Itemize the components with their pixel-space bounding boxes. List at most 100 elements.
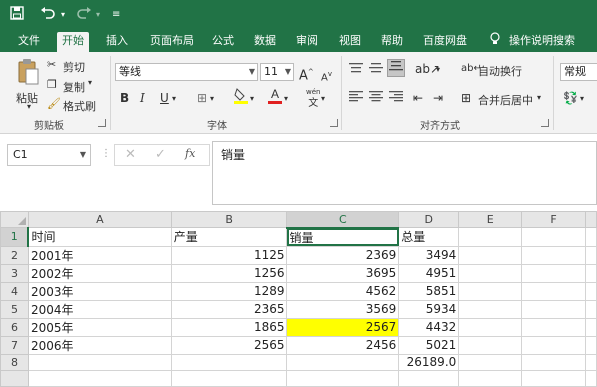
cell-b7[interactable]: 2565: [170, 335, 288, 355]
row-header[interactable]: 1: [0, 227, 30, 247]
cell-overflow[interactable]: [584, 245, 597, 265]
customize-icon[interactable]: ≡: [112, 6, 120, 24]
align-top-icon[interactable]: [349, 62, 363, 78]
cell-a7[interactable]: 2006年: [27, 335, 172, 355]
cell-d6[interactable]: 4432: [398, 317, 460, 337]
undo-icon[interactable]: [40, 6, 56, 24]
cell-d7[interactable]: 5021: [398, 335, 460, 355]
cell-e6[interactable]: [458, 317, 523, 337]
cell-c3[interactable]: 3695: [286, 263, 400, 283]
cut-icon[interactable]: ✂: [47, 58, 56, 71]
cell-c7[interactable]: 2456: [286, 335, 400, 355]
cell-partial[interactable]: [286, 369, 400, 387]
cell-a3[interactable]: 2002年: [27, 263, 172, 283]
wrap-text-button[interactable]: 自动换行: [478, 63, 522, 79]
row-header-partial[interactable]: [0, 369, 29, 387]
cell-e5[interactable]: [458, 299, 523, 319]
fill-color-dropdown-icon[interactable]: ▾: [250, 91, 254, 107]
cell-b4[interactable]: 1289: [170, 281, 288, 301]
cell-a6[interactable]: 2005年: [27, 317, 172, 337]
cell-c2[interactable]: 2369: [286, 245, 400, 265]
cell-f5[interactable]: [521, 299, 586, 319]
font-color-dropdown-icon[interactable]: ▾: [284, 91, 288, 107]
column-header-b[interactable]: B: [170, 211, 288, 228]
cell-d8[interactable]: 26189.0: [398, 353, 460, 371]
merge-center-icon[interactable]: ⊞: [461, 90, 471, 106]
bold-button[interactable]: B: [120, 90, 129, 106]
font-launcher-icon[interactable]: [330, 119, 338, 127]
column-header-c[interactable]: C: [286, 211, 400, 229]
cell-partial[interactable]: [458, 369, 523, 387]
align-right-icon[interactable]: [389, 90, 403, 106]
row-header[interactable]: 3: [0, 263, 29, 283]
cell-overflow[interactable]: [584, 299, 597, 319]
clipboard-launcher-icon[interactable]: [98, 119, 106, 127]
phonetic-dropdown-icon[interactable]: ▾: [321, 91, 325, 107]
cell-d4[interactable]: 5851: [398, 281, 460, 301]
cell-b1[interactable]: 产量: [170, 227, 288, 247]
name-box[interactable]: C1 ▼: [7, 144, 91, 166]
tab-page-layout[interactable]: 页面布局: [145, 32, 199, 52]
cell-c5[interactable]: 3569: [286, 299, 400, 319]
insert-function-icon[interactable]: fx: [185, 147, 195, 160]
underline-dropdown-icon[interactable]: ▾: [172, 91, 176, 107]
decrease-indent-icon[interactable]: ⇤: [413, 90, 423, 106]
align-center-icon[interactable]: [369, 90, 383, 106]
border-icon[interactable]: ⊞: [197, 90, 207, 106]
tell-me-search[interactable]: 操作说明搜索: [504, 32, 580, 52]
tab-view[interactable]: 视图: [334, 32, 366, 52]
tab-insert[interactable]: 插入: [101, 32, 133, 52]
row-header[interactable]: 5: [0, 299, 29, 319]
cell-a5[interactable]: 2004年: [27, 299, 172, 319]
copy-button[interactable]: 复制: [63, 79, 85, 95]
row-header[interactable]: 7: [0, 335, 29, 355]
column-header-a[interactable]: A: [27, 211, 172, 228]
cell-partial[interactable]: [521, 369, 586, 387]
cell-c6[interactable]: 2567: [286, 317, 400, 337]
cell-a1[interactable]: 时间: [27, 227, 172, 247]
cell-b3[interactable]: 1256: [170, 263, 288, 283]
font-name-select[interactable]: 等线 ▼: [115, 63, 258, 81]
cell-overflow[interactable]: [584, 263, 597, 283]
merge-center-button[interactable]: 合并后居中: [478, 92, 533, 108]
column-header-f[interactable]: F: [521, 211, 586, 228]
paste-dropdown-icon[interactable]: ▾: [27, 102, 31, 111]
orientation-dropdown-icon[interactable]: ▾: [436, 62, 440, 78]
cell-a2[interactable]: 2001年: [27, 245, 172, 265]
cell-overflow[interactable]: [584, 353, 597, 371]
undo-dropdown-icon[interactable]: ▾: [61, 6, 65, 24]
row-header[interactable]: 2: [0, 245, 29, 265]
font-size-select[interactable]: 11 ▼: [260, 63, 294, 81]
cell-f6[interactable]: [521, 317, 586, 337]
cell-partial[interactable]: [398, 369, 460, 387]
redo-icon[interactable]: [76, 6, 92, 24]
cell-d3[interactable]: 4951: [398, 263, 460, 283]
cell-f7[interactable]: [521, 335, 586, 355]
cell-f1[interactable]: [521, 227, 586, 247]
tab-review[interactable]: 审阅: [291, 32, 323, 52]
cut-button[interactable]: 剪切: [63, 59, 85, 75]
row-header[interactable]: 8: [0, 353, 29, 371]
cell-b8[interactable]: [170, 353, 288, 371]
select-all-corner[interactable]: [0, 211, 29, 228]
cell-a4[interactable]: 2003年: [27, 281, 172, 301]
align-middle-icon[interactable]: [369, 62, 383, 78]
cell-a8[interactable]: [27, 353, 172, 371]
number-format-select[interactable]: 常规: [560, 63, 597, 81]
cell-partial[interactable]: [27, 369, 172, 387]
align-bottom-icon[interactable]: [387, 59, 405, 77]
redo-dropdown-icon[interactable]: ▾: [96, 6, 100, 24]
cell-overflow[interactable]: [584, 281, 597, 301]
grow-font-icon[interactable]: A^: [299, 64, 314, 84]
row-header[interactable]: 6: [0, 317, 29, 337]
tab-file[interactable]: 文件: [13, 32, 45, 52]
phonetic-guide-icon[interactable]: wén 文: [306, 88, 320, 112]
cell-b2[interactable]: 1125: [170, 245, 288, 265]
cell-f2[interactable]: [521, 245, 586, 265]
accounting-format-icon[interactable]: 💱: [563, 90, 578, 106]
format-painter-icon[interactable]: 🖌: [47, 97, 61, 110]
copy-icon[interactable]: ❐: [47, 78, 57, 91]
cell-d1[interactable]: 总量: [398, 227, 460, 247]
cell-c4[interactable]: 4562: [286, 281, 400, 301]
cell-f4[interactable]: [521, 281, 586, 301]
